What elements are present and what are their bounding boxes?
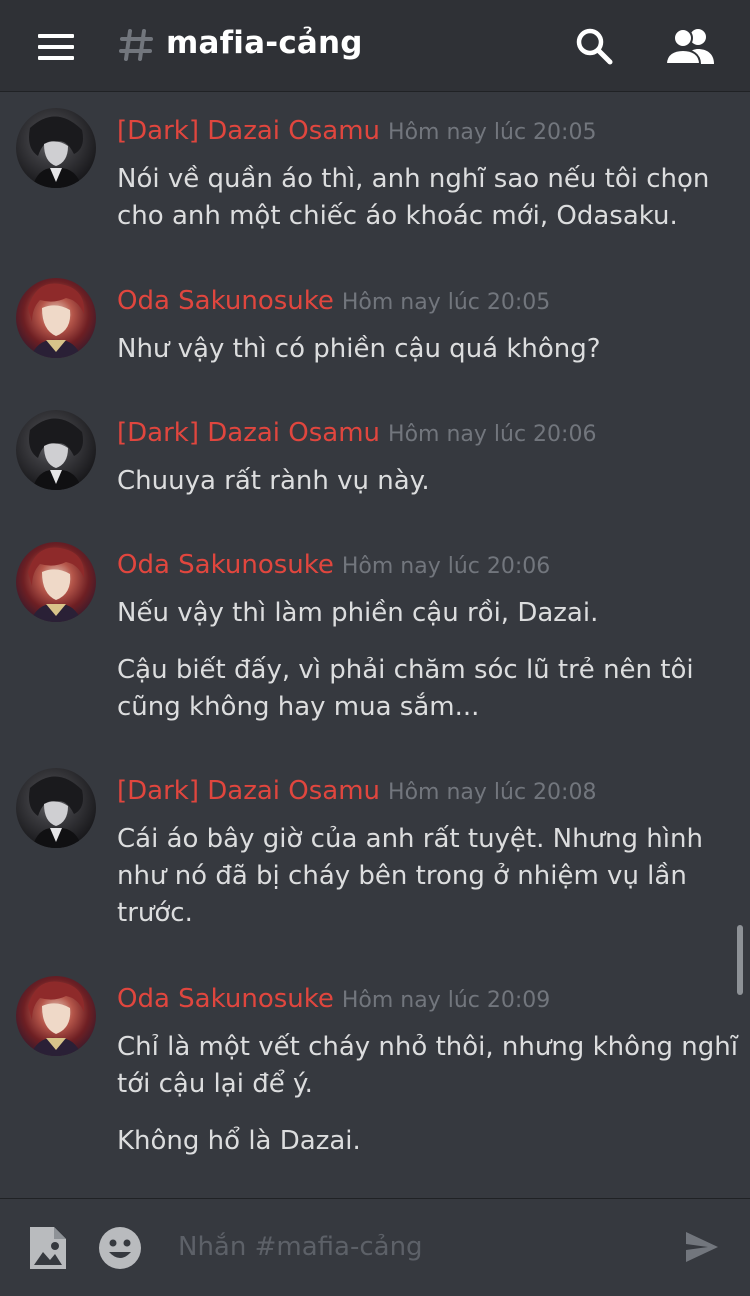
message-text: cũng không hay mua sắm...: [117, 692, 480, 722]
hash-icon: [119, 29, 153, 61]
message-text: Cái áo bây giờ của anh rất tuyệt. Nhưng …: [117, 824, 703, 854]
author-name[interactable]: [Dark] Dazai Osamu: [117, 776, 380, 806]
avatar-dazai[interactable]: [16, 410, 96, 490]
message-text: Chỉ là một vết cháy nhỏ thôi, nhưng khôn…: [117, 1032, 738, 1062]
oda-avatar-art: [28, 283, 85, 358]
message-text: Nếu vậy thì làm phiền cậu rồi, Dazai.: [117, 598, 599, 628]
send-icon[interactable]: [684, 1229, 720, 1265]
message-text: Nói về quần áo thì, anh nghĩ sao nếu tôi…: [117, 164, 710, 194]
avatar-oda[interactable]: [16, 542, 96, 622]
emoji-icon[interactable]: [98, 1226, 142, 1270]
avatar-dazai[interactable]: [16, 768, 96, 848]
scrollbar-thumb[interactable]: [737, 925, 743, 995]
message-list[interactable]: [Dark] Dazai Osamu Hôm nay lúc 20:05 Nói …: [0, 92, 750, 1198]
avatar-dazai[interactable]: [16, 108, 96, 188]
message-timestamp: Hôm nay lúc 20:05: [341, 290, 551, 315]
dazai-avatar-art: [29, 776, 83, 848]
message-text: Chuuya rất rành vụ này.: [117, 466, 430, 496]
dazai-avatar-art: [29, 116, 83, 188]
author-name[interactable]: [Dark] Dazai Osamu: [117, 418, 380, 448]
dazai-avatar-art: [29, 418, 83, 490]
avatar-oda[interactable]: [16, 278, 96, 358]
oda-avatar-art: [28, 981, 85, 1056]
avatar-oda[interactable]: [16, 976, 96, 1056]
message-timestamp: Hôm nay lúc 20:06: [341, 554, 551, 579]
message-text: Cậu biết đấy, vì phải chăm sóc lũ trẻ nê…: [117, 655, 694, 685]
message-timestamp: Hôm nay lúc 20:09: [341, 988, 551, 1013]
message-text: Không hổ là Dazai.: [117, 1126, 361, 1156]
hamburger-menu-icon[interactable]: [38, 34, 74, 60]
oda-avatar-art: [28, 547, 85, 622]
message-timestamp: Hôm nay lúc 20:08: [388, 780, 597, 805]
image-upload-icon[interactable]: [28, 1225, 68, 1271]
message-text: tới cậu lại để ý.: [117, 1069, 313, 1099]
author-name[interactable]: Oda Sakunosuke: [117, 984, 334, 1014]
channel-title: mafia-cảng: [166, 25, 363, 61]
author-name[interactable]: Oda Sakunosuke: [117, 550, 334, 580]
message-text: trước.: [117, 898, 193, 928]
message-text: Như vậy thì có phiền cậu quá không?: [117, 334, 601, 364]
message-text: cho anh một chiếc áo khoác mới, Odasaku.: [117, 201, 678, 231]
message-timestamp: Hôm nay lúc 20:06: [388, 422, 597, 447]
author-name[interactable]: Oda Sakunosuke: [117, 286, 334, 316]
message-timestamp: Hôm nay lúc 20:05: [388, 120, 597, 145]
members-icon[interactable]: [664, 26, 716, 66]
message-composer: [0, 1198, 750, 1296]
search-icon[interactable]: [574, 26, 614, 66]
message-text: như nó đã bị cháy bên trong ở nhiệm vụ l…: [117, 861, 687, 891]
author-name[interactable]: [Dark] Dazai Osamu: [117, 116, 380, 146]
channel-header: mafia-cảng: [0, 0, 750, 92]
message-input[interactable]: [170, 1221, 676, 1273]
